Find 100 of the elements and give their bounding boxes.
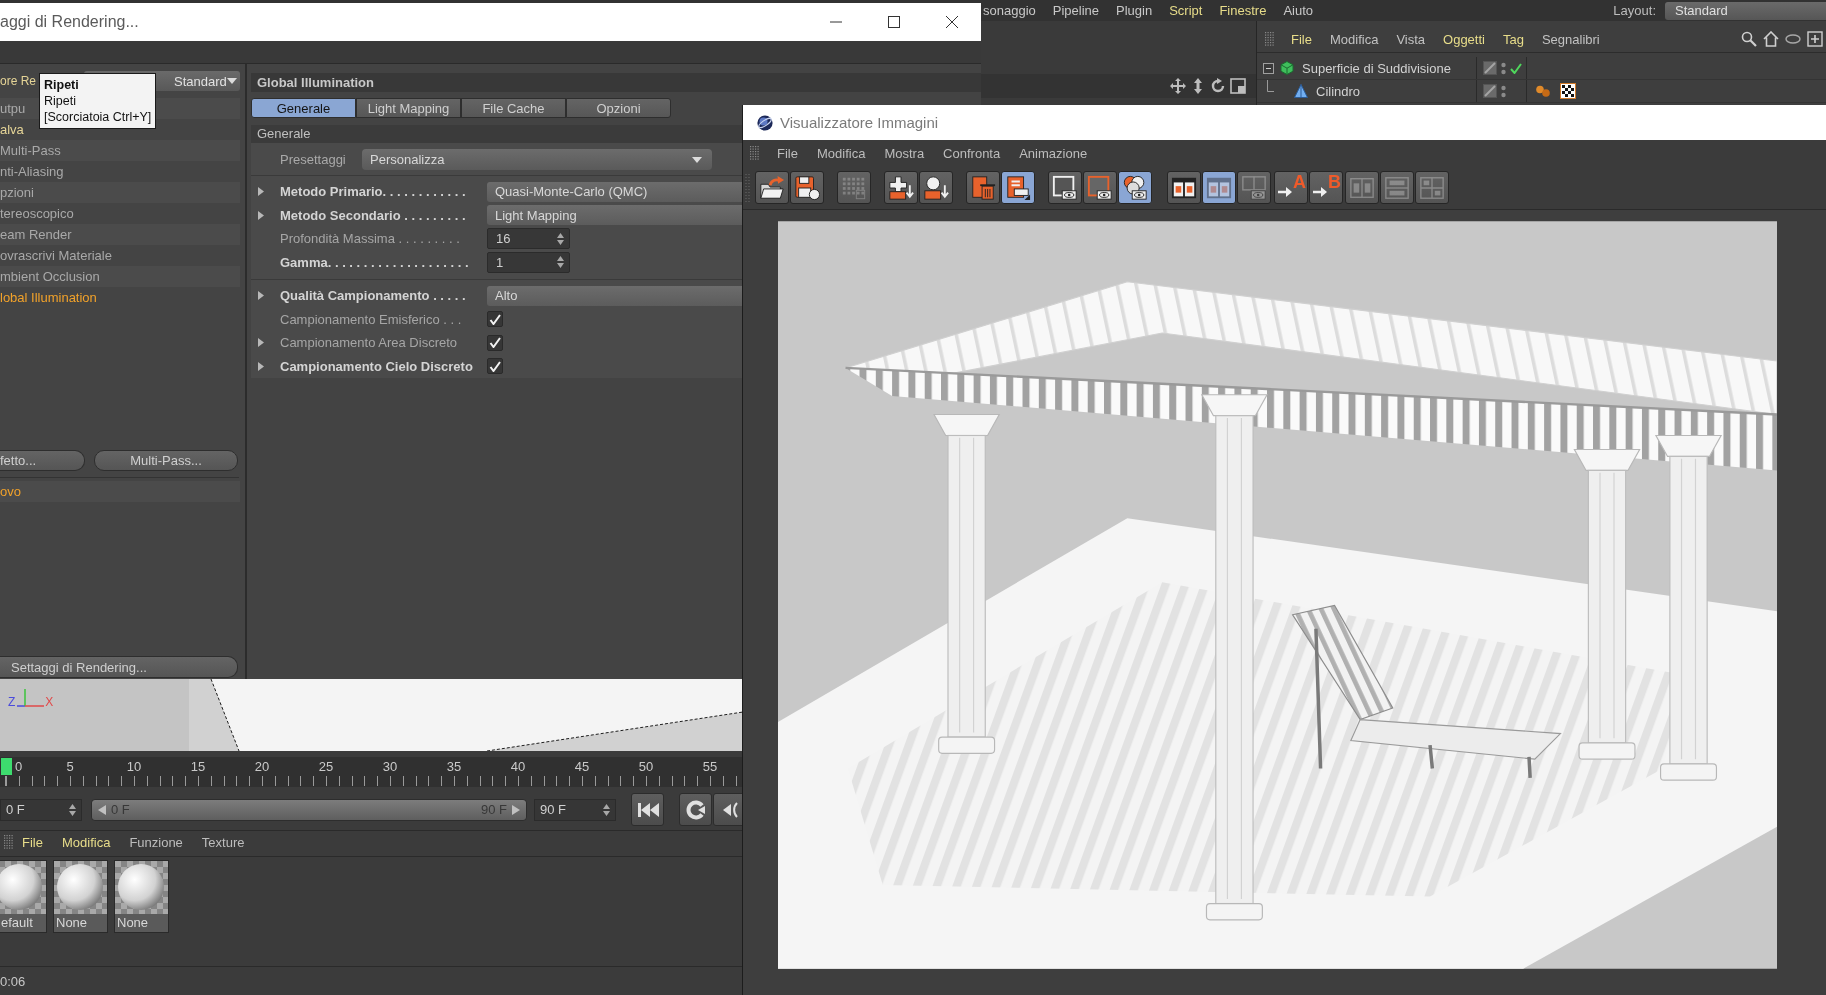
menu-item[interactable]: Plugin [1116, 3, 1153, 18]
spinner-icon[interactable] [69, 803, 76, 816]
tab[interactable]: Opzioni [566, 98, 671, 118]
param-dropdown[interactable]: Quasi-Monte-Carlo (QMC) [487, 181, 742, 202]
material-tile[interactable]: None [114, 860, 169, 933]
object-name[interactable]: Cilindro [1316, 83, 1361, 99]
render-settings-button[interactable]: Settaggi di Rendering... [0, 656, 238, 678]
toolbar-button[interactable] [1048, 171, 1082, 204]
tab[interactable]: Generale [251, 98, 356, 118]
timeline-button[interactable] [679, 793, 712, 826]
panel-button[interactable]: fetto... [0, 450, 85, 471]
material-tile[interactable]: efault [0, 860, 47, 933]
settings-list-item[interactable]: ovrascrivi Materiale [0, 245, 112, 266]
add-icon[interactable] [1807, 31, 1823, 47]
grip-icon[interactable] [4, 835, 13, 849]
settings-list-item[interactable]: nti-Aliasing [0, 161, 64, 182]
close-icon [946, 16, 958, 28]
toolbar-button[interactable] [790, 171, 824, 204]
search-icon[interactable] [1741, 31, 1757, 47]
param-dropdown[interactable]: Alto [487, 285, 742, 306]
menu-item[interactable]: Animazione [1019, 145, 1088, 161]
tab[interactable]: File Cache [461, 98, 566, 118]
visibility-dots-icon[interactable] [1501, 61, 1506, 75]
left-arrow-icon[interactable] [98, 804, 106, 815]
menu-item[interactable]: Modifica [61, 834, 111, 850]
menu-item[interactable]: File [1291, 31, 1312, 47]
layout-dropdown[interactable]: Standard [1665, 1, 1826, 20]
menu-item[interactable]: Texture [201, 834, 245, 850]
menu-item[interactable]: sonaggio [983, 3, 1036, 18]
disclosure-triangle-icon[interactable] [258, 187, 264, 197]
tab[interactable]: Light Mapping [356, 98, 461, 118]
frame-field[interactable]: 0 F [0, 798, 82, 821]
checkbox[interactable] [487, 311, 503, 328]
menu-item[interactable]: Segnalibri [1541, 31, 1600, 47]
axis-label: Z [8, 695, 16, 709]
preset-list-item[interactable]: ovo [0, 481, 240, 502]
menu-item[interactable]: Script [1169, 3, 1203, 18]
timeline-button[interactable] [713, 793, 743, 826]
move-icon[interactable] [1170, 78, 1186, 94]
frame-icon[interactable] [1230, 78, 1246, 94]
menu-item[interactable]: Pipeline [1052, 3, 1100, 18]
spheres-icon[interactable] [1535, 85, 1551, 97]
number-field[interactable]: 1 [487, 251, 570, 273]
app-logo-icon [757, 114, 773, 131]
disclosure-triangle-icon[interactable] [258, 291, 264, 301]
right-arrow-icon[interactable] [512, 804, 520, 815]
panel-button[interactable]: Multi-Pass... [94, 450, 238, 471]
menu-item[interactable]: File [777, 145, 798, 161]
toolbar-button[interactable] [1001, 171, 1035, 204]
toolbar-button[interactable] [919, 171, 953, 204]
layer-icon[interactable] [1483, 84, 1497, 98]
settings-list-item[interactable]: pzioni [0, 182, 34, 203]
settings-list-item[interactable]: utpu [0, 98, 26, 119]
toolbar-button[interactable] [884, 171, 918, 204]
home-icon[interactable] [1763, 31, 1779, 47]
preset-dropdown[interactable]: Personalizza [362, 149, 712, 170]
checkbox[interactable] [487, 334, 503, 351]
layer-icon[interactable] [1483, 61, 1497, 75]
grip-icon[interactable] [750, 146, 759, 160]
object-name[interactable]: Superficie di Suddivisione [1302, 60, 1451, 76]
menu-item[interactable]: Mostra [884, 145, 925, 161]
checkbox[interactable] [487, 358, 503, 375]
menu-item[interactable]: Modifica [1329, 31, 1379, 47]
rotate-icon[interactable] [1210, 78, 1226, 94]
menu-item[interactable]: Oggetti [1443, 31, 1485, 47]
spinner-icon[interactable] [557, 256, 564, 269]
menu-item[interactable]: Vista [1396, 31, 1426, 47]
settings-list-item[interactable]: tereoscopico [0, 203, 74, 224]
toolbar-button[interactable] [1118, 171, 1152, 204]
material-tile[interactable]: None [53, 860, 108, 933]
timeline-ruler[interactable]: 0 5 10 15 20 25 30 35 40 45 50 55 [0, 757, 743, 787]
frame-field[interactable]: 90 F [534, 798, 616, 821]
menu-item[interactable]: File [22, 834, 43, 850]
ellipse-icon[interactable] [1785, 31, 1801, 47]
menu-item[interactable]: Tag [1502, 31, 1524, 47]
timeline-button[interactable] [631, 793, 664, 826]
menu-item[interactable]: Confronta [943, 145, 1001, 161]
settings-list-item[interactable]: lobal Illumination [0, 287, 97, 308]
playhead-marker[interactable] [1, 758, 12, 775]
disclosure-triangle-icon[interactable] [258, 338, 264, 348]
toolbar-button[interactable] [755, 171, 789, 204]
menu-item[interactable]: Finestre [1219, 3, 1267, 18]
grip-icon[interactable] [1265, 32, 1274, 46]
disclosure-triangle-icon[interactable] [258, 361, 264, 371]
visibility-dots-icon[interactable] [1501, 84, 1506, 98]
cube-icon [1280, 61, 1294, 75]
menu-item[interactable]: Modifica [816, 145, 866, 161]
checkmark-icon[interactable] [1510, 62, 1522, 74]
param-dropdown[interactable]: Light Mapping [487, 205, 742, 226]
spinner-icon[interactable] [557, 232, 564, 245]
collapse-icon[interactable] [1263, 62, 1274, 74]
settings-list-item[interactable]: alva [0, 119, 24, 140]
toolbar-button[interactable] [1167, 171, 1201, 204]
checker-icon[interactable] [1560, 83, 1576, 99]
number-field[interactable]: 16 [487, 228, 570, 250]
spinner-icon[interactable] [603, 803, 610, 816]
toolbar-button[interactable] [1083, 171, 1117, 204]
menu-item[interactable]: Funzione [129, 834, 183, 850]
disclosure-triangle-icon[interactable] [258, 210, 264, 220]
menu-item[interactable]: Aiuto [1283, 3, 1314, 18]
